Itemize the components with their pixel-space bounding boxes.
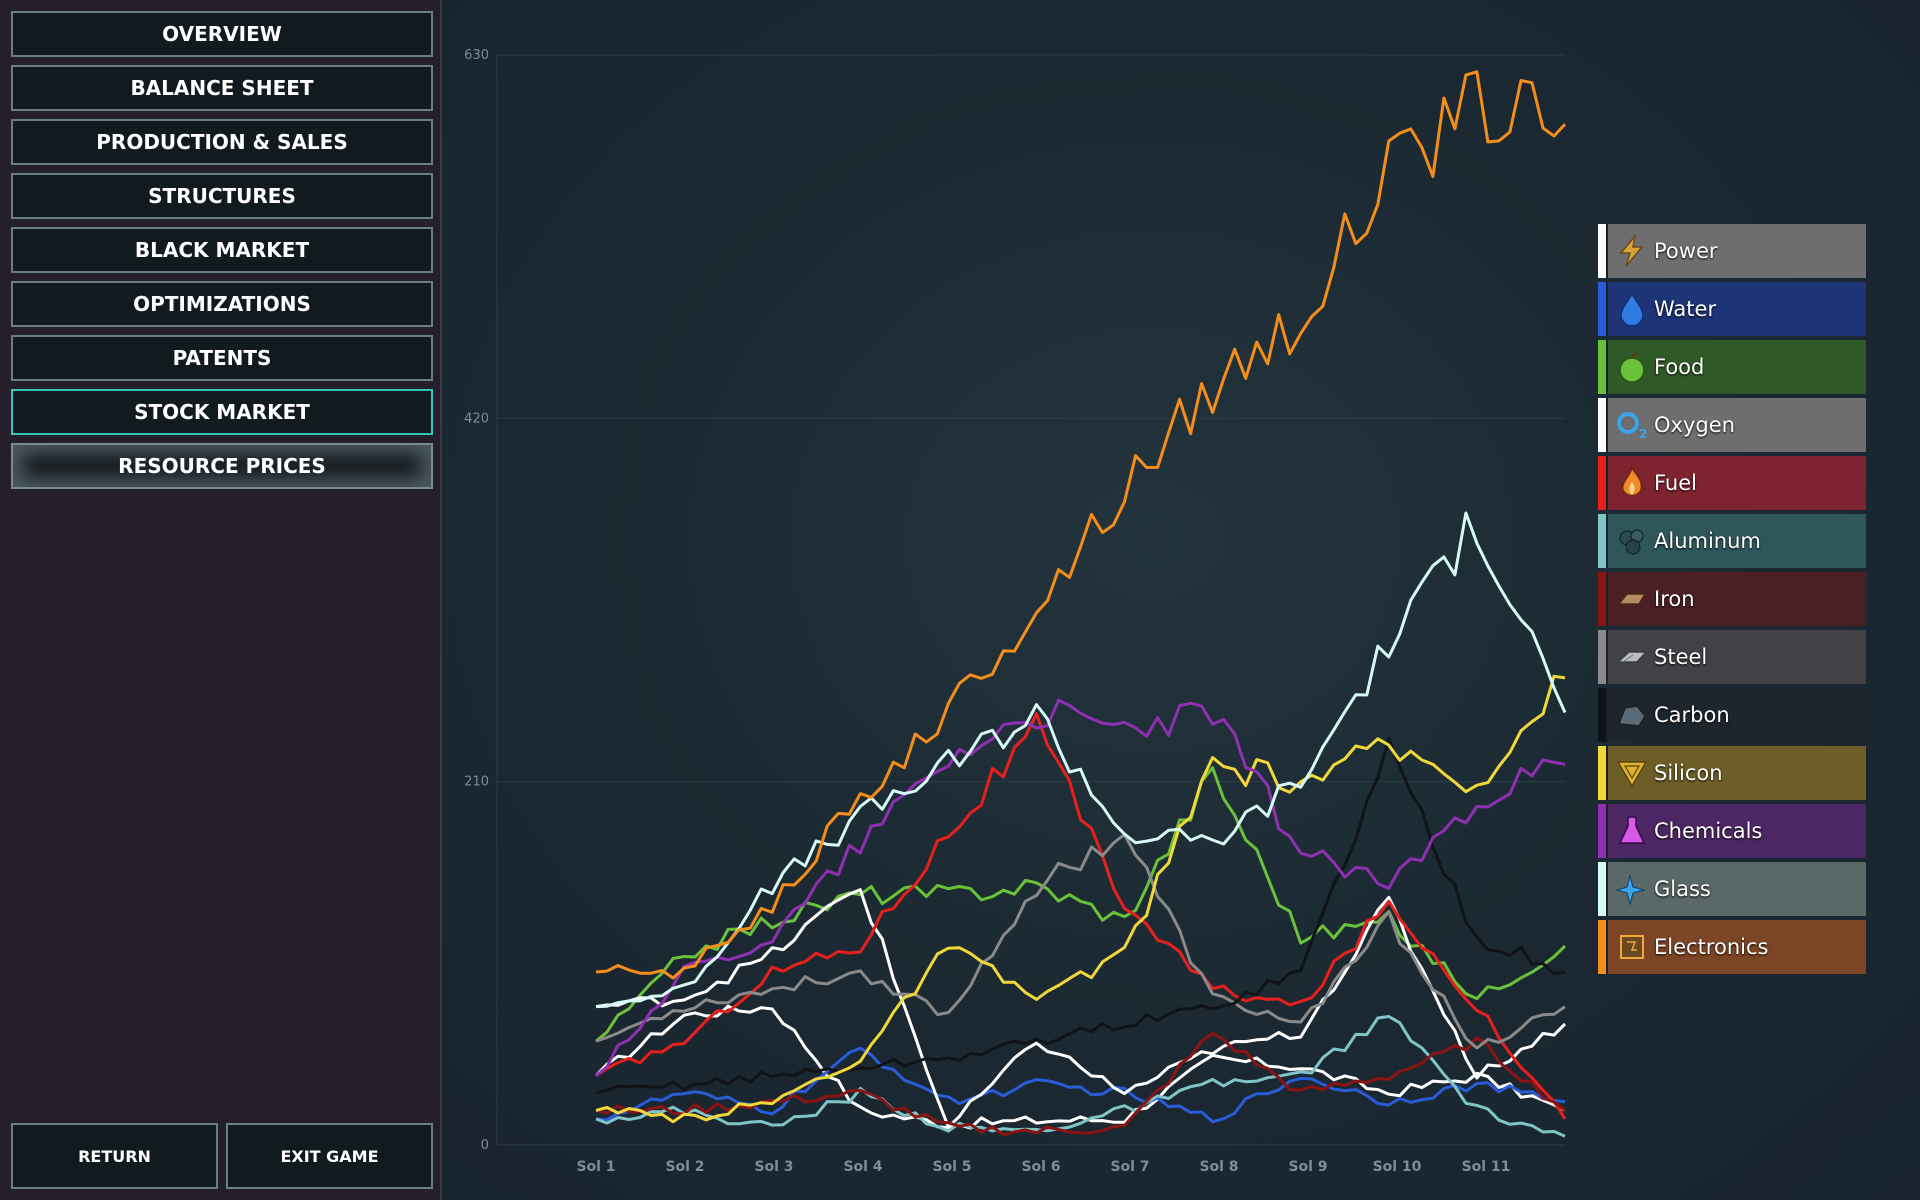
x-tick-label: Sol 7 <box>1110 1159 1149 1175</box>
legend-label: Steel <box>1654 645 1708 669</box>
x-tick-label: Sol 3 <box>754 1159 793 1175</box>
x-tick-label: Sol 11 <box>1462 1159 1511 1175</box>
legend-item-background: 2 Oxygen <box>1606 398 1866 452</box>
x-tick-label: Sol 10 <box>1373 1159 1422 1175</box>
legend-label: Power <box>1654 239 1718 263</box>
legend-label: Oxygen <box>1654 413 1735 437</box>
legend-item-background: Aluminum <box>1606 514 1866 568</box>
legend-label: Water <box>1654 297 1717 321</box>
legend-item-background: Power <box>1606 224 1866 278</box>
x-tick-label: Sol 2 <box>665 1159 704 1175</box>
legend-item-background: Food <box>1606 340 1866 394</box>
legend-item-aluminum[interactable]: Aluminum <box>1598 514 1866 568</box>
legend-color-stripe <box>1598 398 1606 452</box>
series-line-silicon <box>595 674 1566 1124</box>
flask-icon <box>1614 813 1650 849</box>
x-tick-label: Sol 4 <box>843 1159 882 1175</box>
legend-color-stripe <box>1598 746 1606 800</box>
series-line-carbon <box>595 737 1566 1095</box>
legend-item-food[interactable]: Food <box>1598 340 1866 394</box>
flame-icon <box>1614 465 1650 501</box>
series-line-water <box>595 1046 1566 1124</box>
legend-label: Silicon <box>1654 761 1723 785</box>
series-line-fuel <box>595 712 1567 1120</box>
legend-item-background: Iron <box>1606 572 1866 626</box>
y-tick-label: 630 <box>464 48 489 63</box>
legend-color-stripe <box>1598 630 1606 684</box>
lightning-icon <box>1614 233 1650 269</box>
legend-item-background: Chemicals <box>1606 804 1866 858</box>
x-tick-label: Sol 1 <box>576 1159 615 1175</box>
y-tick-label: 420 <box>464 411 489 426</box>
legend-item-water[interactable]: Water <box>1598 282 1866 336</box>
aluminum-icon <box>1614 523 1650 559</box>
legend-label: Fuel <box>1654 471 1697 495</box>
iron-ingot-icon <box>1614 581 1650 617</box>
legend-color-stripe <box>1598 804 1606 858</box>
sparkle-icon <box>1614 871 1650 907</box>
legend-item-fuel[interactable]: Fuel <box>1598 456 1866 510</box>
legend-item-background: Carbon <box>1606 688 1866 742</box>
o2-icon: 2 <box>1614 407 1650 443</box>
y-tick-label: 210 <box>464 775 489 790</box>
x-tick-label: Sol 8 <box>1199 1159 1238 1175</box>
legend-item-steel[interactable]: Steel <box>1598 630 1866 684</box>
x-tick-label: Sol 5 <box>932 1159 971 1175</box>
legend-item-carbon[interactable]: Carbon <box>1598 688 1866 742</box>
legend-item-background: Water <box>1606 282 1866 336</box>
legend-color-stripe <box>1598 456 1606 510</box>
series-line-electronics <box>595 70 1567 980</box>
legend-label: Electronics <box>1654 935 1769 959</box>
series-line-iron <box>595 1031 1566 1137</box>
silicon-icon <box>1614 755 1650 791</box>
legend-item-oxygen[interactable]: 2 Oxygen <box>1598 398 1866 452</box>
series-line-steel <box>595 833 1566 1050</box>
legend-color-stripe <box>1598 282 1606 336</box>
legend-color-stripe <box>1598 688 1606 742</box>
legend-item-background: Glass <box>1606 862 1866 916</box>
legend-item-glass[interactable]: Glass <box>1598 862 1866 916</box>
legend-label: Glass <box>1654 877 1711 901</box>
y-tick-label: 0 <box>481 1138 489 1153</box>
legend-label: Carbon <box>1654 703 1730 727</box>
legend-item-background: Fuel <box>1606 456 1866 510</box>
legend-item-silicon[interactable]: Silicon <box>1598 746 1866 800</box>
legend-item-power[interactable]: Power <box>1598 224 1866 278</box>
legend-color-stripe <box>1598 572 1606 626</box>
legend-label: Food <box>1654 355 1705 379</box>
legend-item-background: Electronics <box>1606 920 1866 974</box>
legend-color-stripe <box>1598 224 1606 278</box>
steel-bar-icon <box>1614 639 1650 675</box>
carbon-rock-icon <box>1614 697 1650 733</box>
x-tick-label: Sol 6 <box>1021 1159 1060 1175</box>
legend-label: Aluminum <box>1654 529 1761 553</box>
legend-item-iron[interactable]: Iron <box>1598 572 1866 626</box>
svg-text:2: 2 <box>1639 427 1647 441</box>
legend-item-background: Steel <box>1606 630 1866 684</box>
legend-item-electronics[interactable]: Electronics <box>1598 920 1866 974</box>
apple-icon <box>1614 349 1650 385</box>
legend-item-background: Silicon <box>1606 746 1866 800</box>
legend-color-stripe <box>1598 514 1606 568</box>
legend-color-stripe <box>1598 340 1606 394</box>
legend-color-stripe <box>1598 920 1606 974</box>
x-tick-label: Sol 9 <box>1288 1159 1327 1175</box>
legend-item-chemicals[interactable]: Chemicals <box>1598 804 1866 858</box>
water-drop-icon <box>1614 291 1650 327</box>
legend-color-stripe <box>1598 862 1606 916</box>
legend-label: Iron <box>1654 587 1695 611</box>
legend-label: Chemicals <box>1654 819 1763 843</box>
chip-icon <box>1614 929 1650 965</box>
